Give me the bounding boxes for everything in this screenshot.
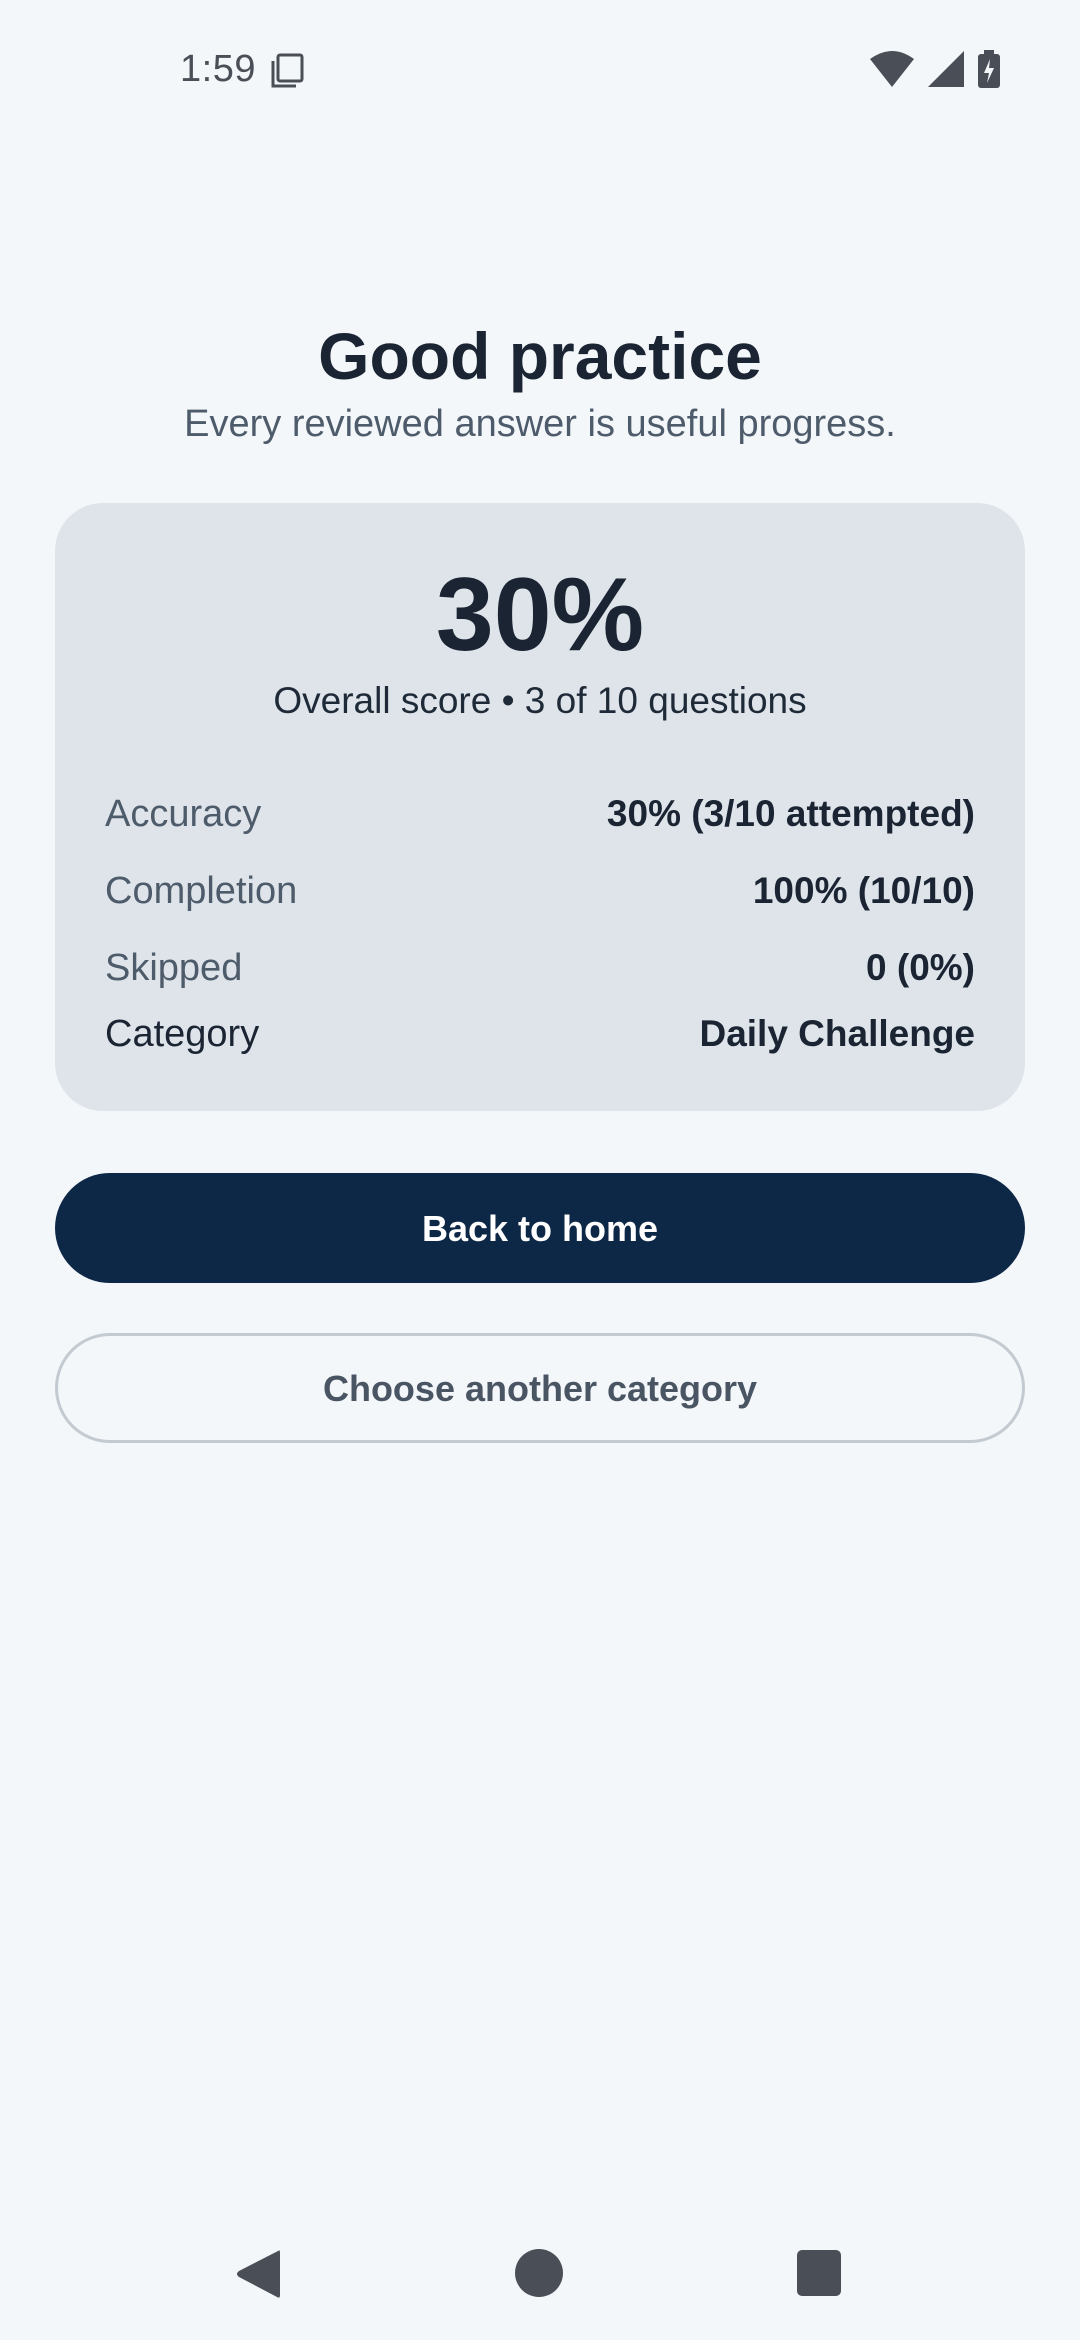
system-nav-bar: [0, 2220, 1080, 2330]
back-icon[interactable]: [234, 2248, 282, 2300]
stat-row-completion: Completion 100% (10/10): [105, 864, 975, 918]
battery-charging-icon: [978, 50, 1000, 88]
status-icons: [870, 50, 1000, 88]
status-bar: 1:59: [0, 0, 1080, 140]
stat-label: Skipped: [105, 946, 243, 989]
status-time: 1:59: [180, 48, 256, 90]
stat-label: Category: [105, 1012, 260, 1055]
wifi-icon: [870, 51, 914, 87]
stat-value: 30% (3/10 attempted): [606, 793, 975, 834]
page-title: Good practice: [318, 319, 762, 393]
page-subtitle: Every reviewed answer is useful progress…: [184, 403, 896, 445]
choose-another-category-button[interactable]: Choose another category: [55, 1333, 1025, 1443]
back-to-home-button[interactable]: Back to home: [55, 1173, 1025, 1283]
stat-value: Daily Challenge: [699, 1013, 975, 1054]
score-percentage: 30%: [435, 557, 645, 673]
sim-card-icon: [271, 53, 304, 88]
recents-icon[interactable]: [797, 2250, 841, 2296]
stat-value: 0 (0%): [866, 947, 975, 988]
stat-row-accuracy: Accuracy 30% (3/10 attempted): [105, 787, 975, 841]
stat-label: Completion: [105, 869, 298, 912]
score-caption: Overall score • 3 of 10 questions: [273, 680, 807, 721]
stat-row-category: Category Daily Challenge: [105, 1007, 975, 1061]
cellular-signal-icon: [928, 51, 964, 87]
home-icon[interactable]: [514, 2248, 564, 2298]
stat-label: Accuracy: [105, 792, 262, 835]
stat-row-skipped: Skipped 0 (0%): [105, 941, 975, 995]
stat-value: 100% (10/10): [752, 870, 975, 911]
